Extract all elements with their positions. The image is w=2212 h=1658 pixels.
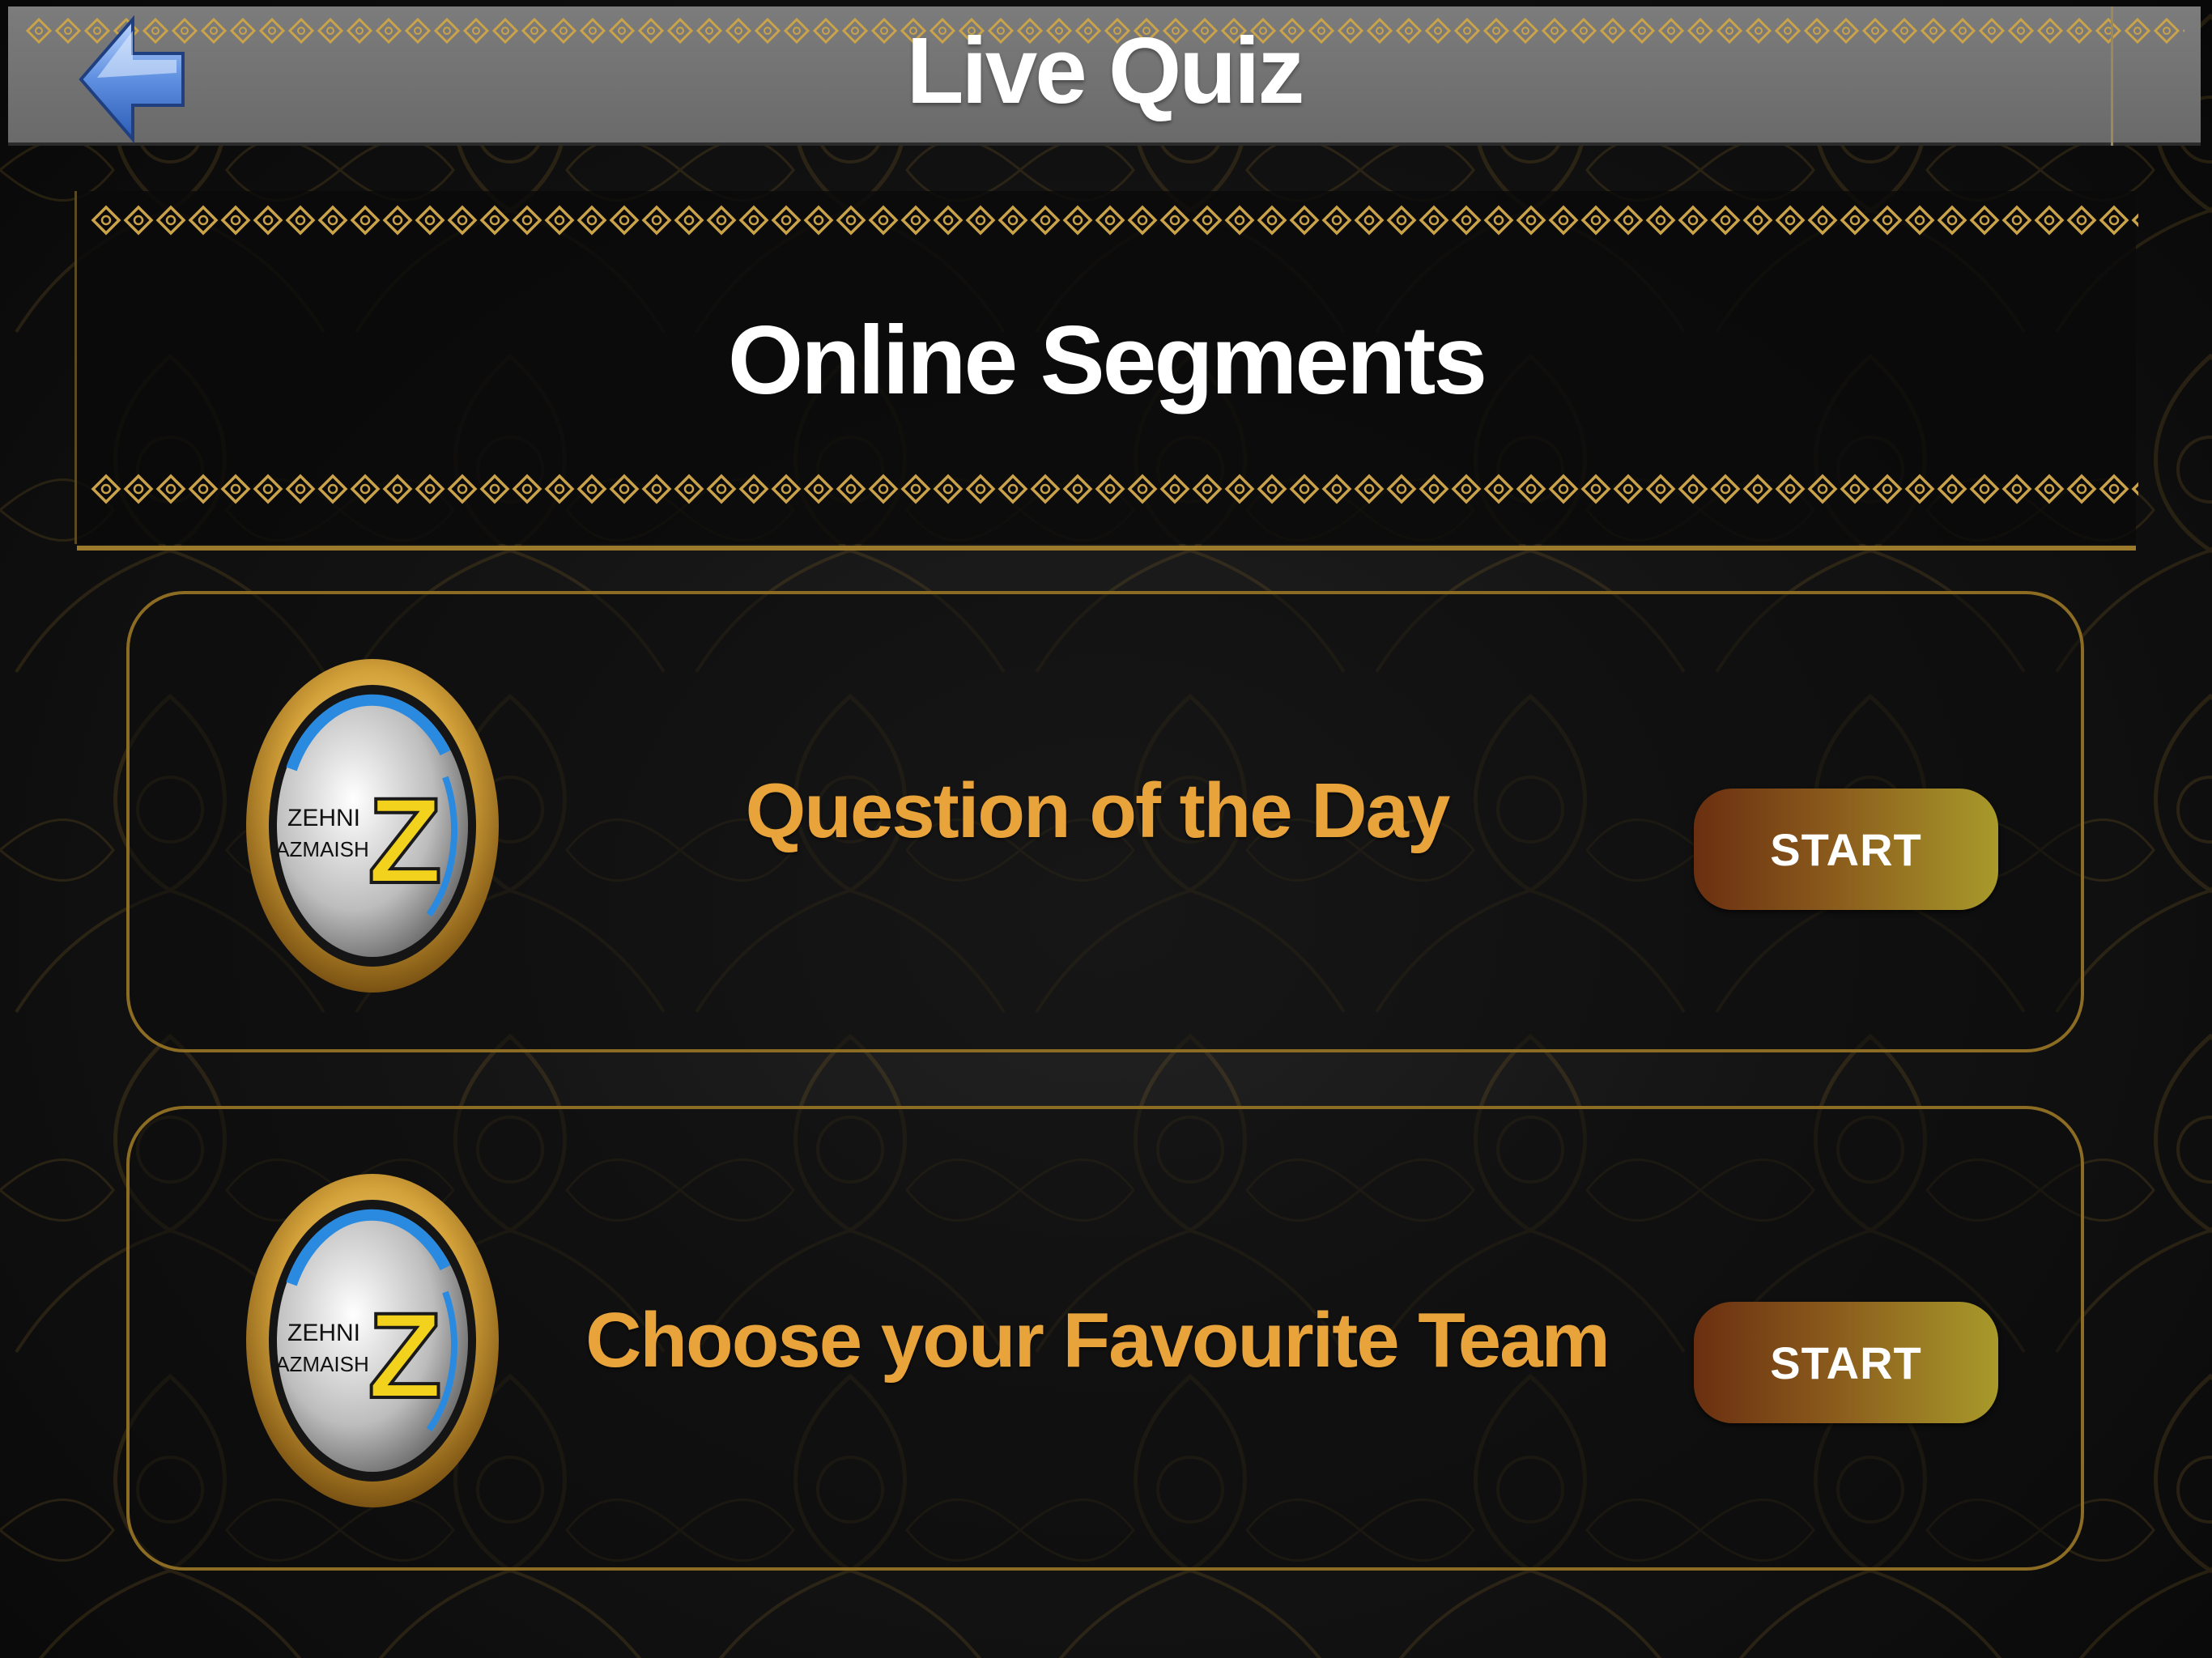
- page-title: Live Quiz: [906, 18, 1305, 123]
- zehni-azmaish-logo-icon: Z ZEHNI AZMAISH: [243, 1171, 502, 1511]
- decorative-lace-bottom: [90, 473, 2138, 505]
- section-heading: Online Segments: [727, 306, 1487, 414]
- section-heading-panel: Online Segments: [74, 191, 2138, 551]
- segment-card-choose-favourite-team[interactable]: Z ZEHNI AZMAISH Choose your Favourite Te…: [126, 1106, 2084, 1571]
- logo-text-top: ZEHNI: [287, 1320, 360, 1346]
- segment-label: Question of the Day: [745, 767, 1451, 854]
- logo-letter: Z: [368, 1287, 442, 1423]
- start-button-choose-favourite-team[interactable]: START: [1694, 1302, 1998, 1423]
- top-bar: Live Quiz: [8, 6, 2201, 146]
- decorative-lace-top: [90, 204, 2138, 236]
- segment-label: Choose your Favourite Team: [585, 1297, 1610, 1384]
- logo-text-bottom: AZMAISH: [275, 1352, 369, 1376]
- live-quiz-screen: Live Quiz Online Segments Z ZEHNI AZMAIS…: [0, 0, 2212, 1658]
- logo-letter: Z: [368, 772, 442, 908]
- logo-text-top: ZEHNI: [287, 805, 360, 831]
- start-button-question-of-the-day[interactable]: START: [1694, 789, 1998, 910]
- zehni-azmaish-logo-icon: Z ZEHNI AZMAISH: [243, 656, 502, 996]
- segment-card-question-of-the-day[interactable]: Z ZEHNI AZMAISH Question of the Day STAR…: [126, 591, 2084, 1052]
- heading-underline: [77, 546, 2136, 551]
- logo-text-bottom: AZMAISH: [275, 837, 369, 861]
